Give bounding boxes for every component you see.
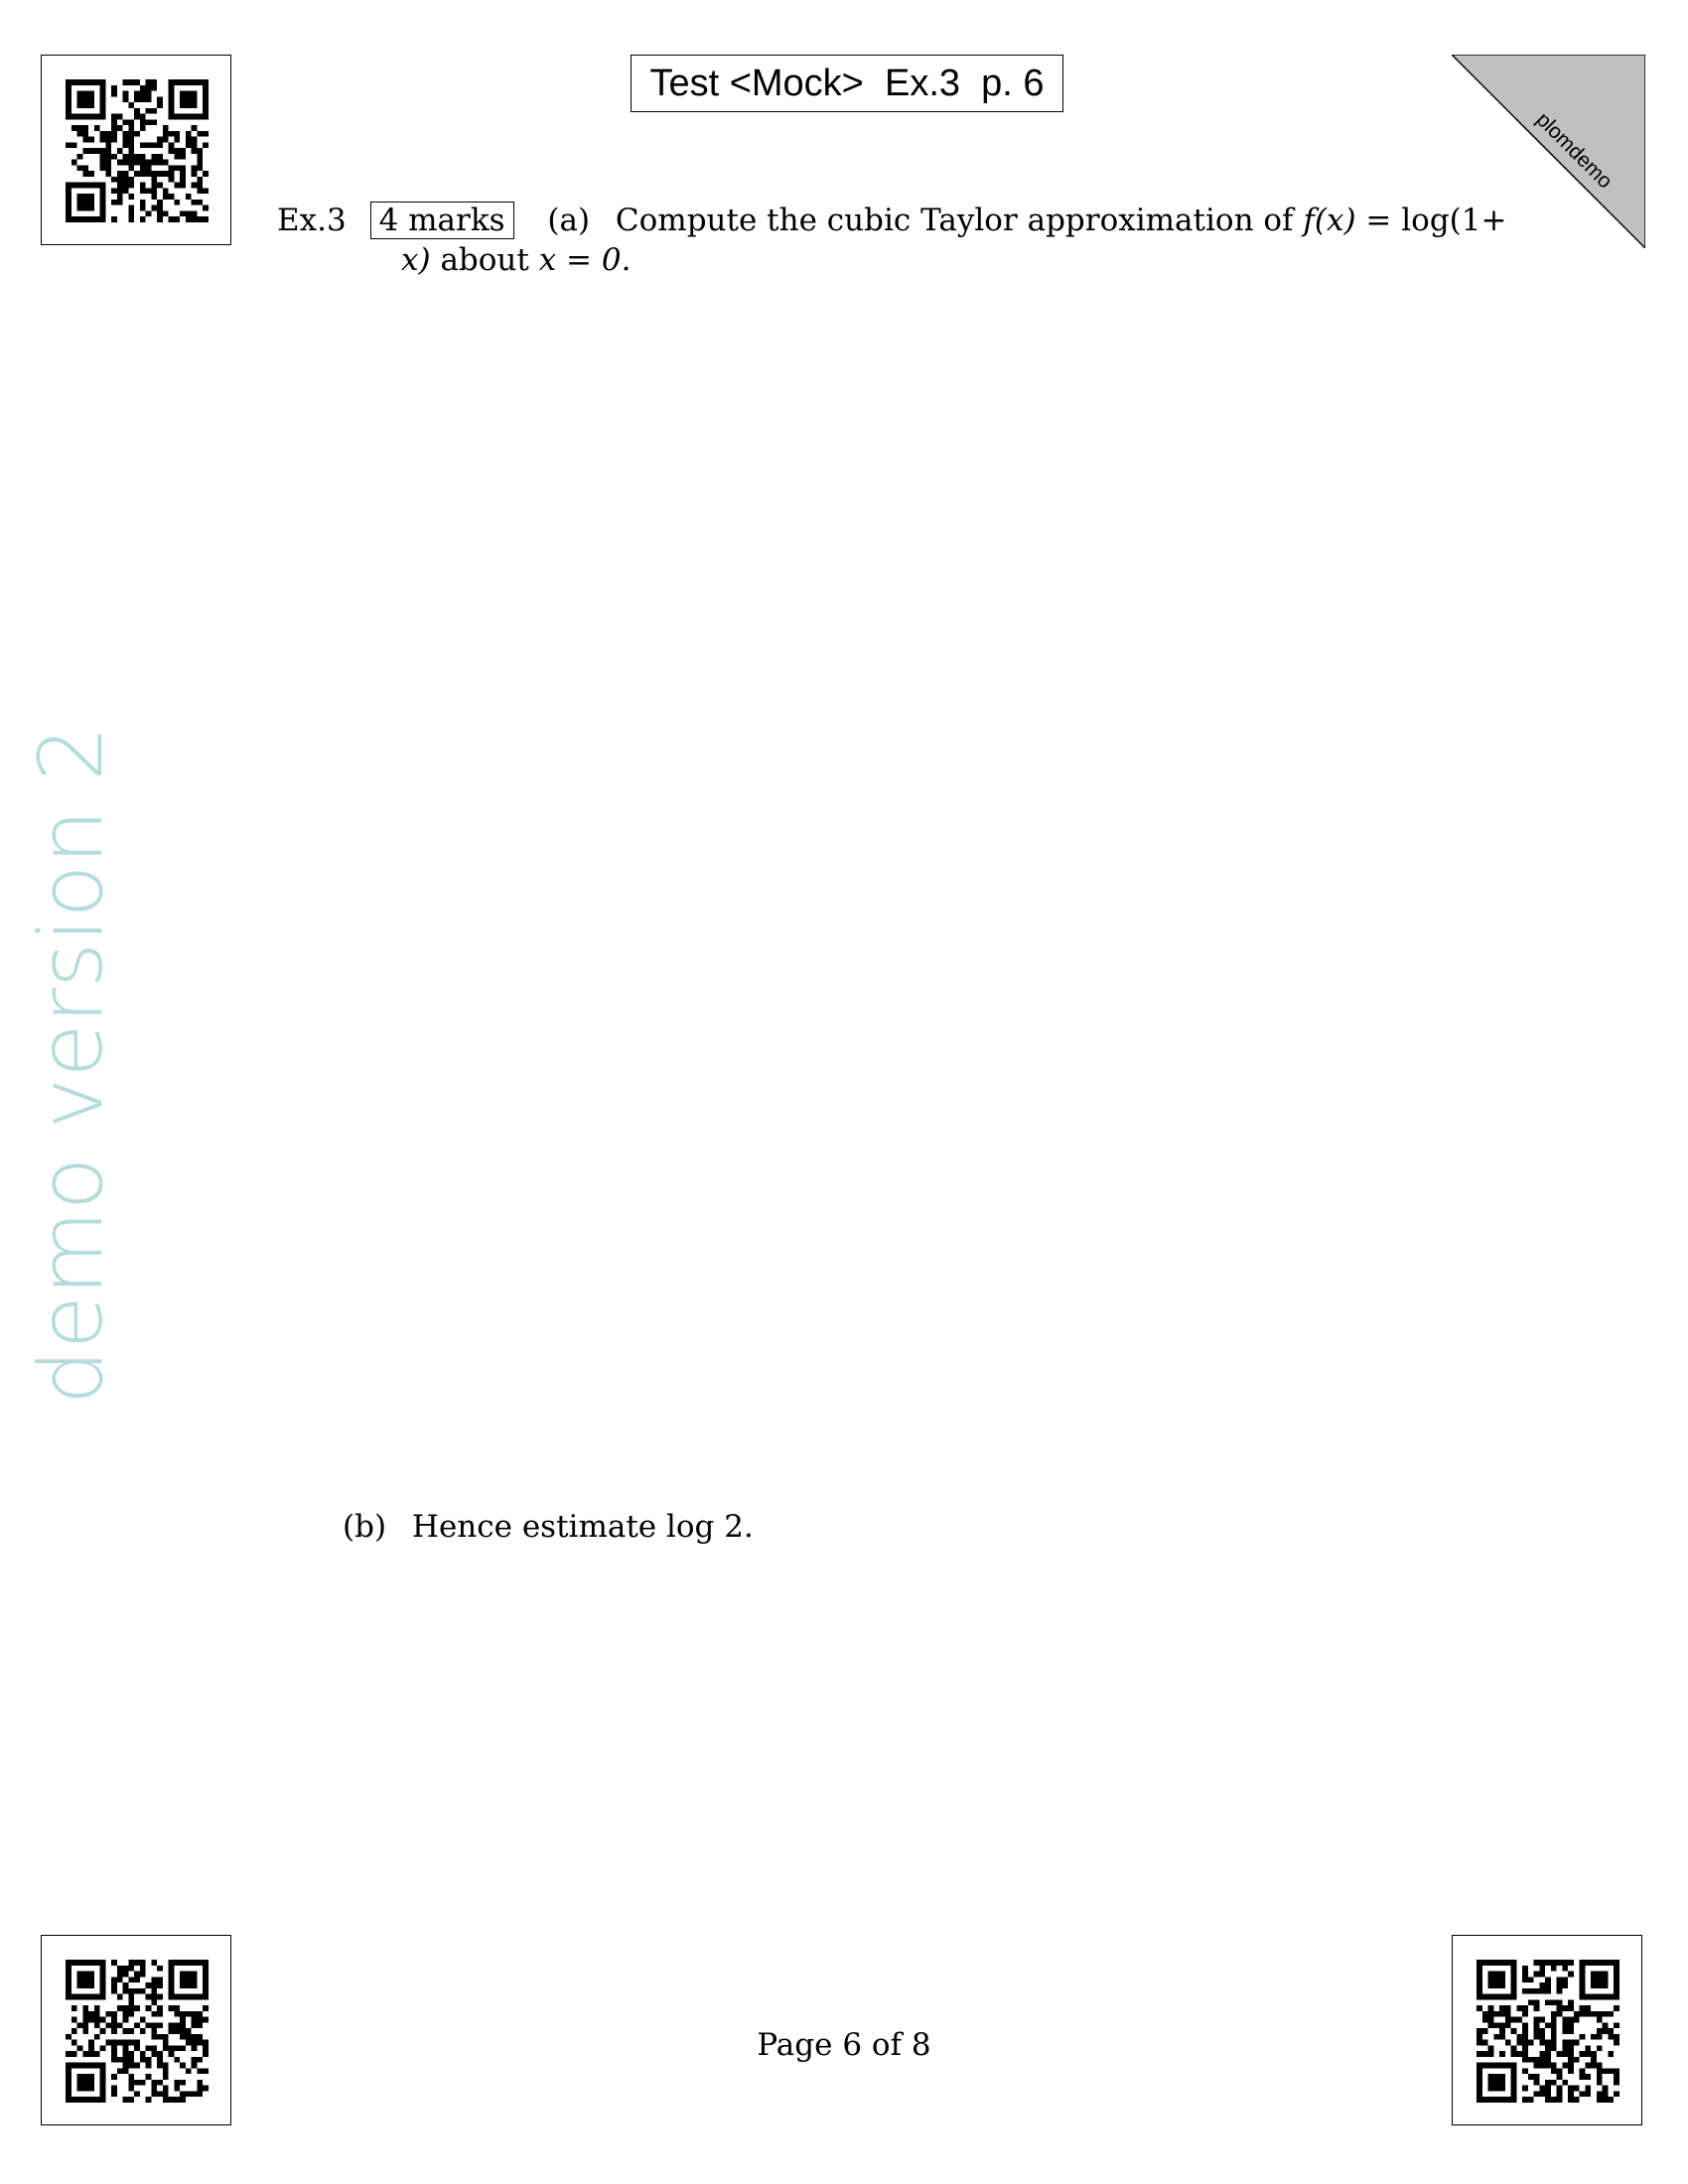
watermark: demo version 2	[20, 726, 122, 1405]
part-a-label: (a)	[547, 203, 591, 238]
part-a-fx: f(x)	[1303, 203, 1356, 238]
page-number: Page 6 of 8	[757, 2027, 931, 2063]
part-b-text: Hence estimate log 2.	[411, 1509, 754, 1545]
part-a-x-eq-0: x = 0.	[538, 242, 632, 278]
page-header-title: Test <Mock> Ex.3 p. 6	[631, 55, 1063, 112]
part-a-log: log(1+	[1401, 203, 1507, 238]
part-b-label: (b)	[343, 1509, 387, 1545]
part-a-eq: =	[1365, 203, 1392, 238]
part-a-about: about	[440, 242, 529, 278]
part-a-text: Compute the cubic Taylor approximation o…	[615, 203, 1294, 238]
part-b: (b) Hence estimate log 2.	[343, 1507, 754, 1547]
question-number: Ex.3	[277, 203, 347, 238]
qr-code-top-left	[41, 55, 231, 245]
question-line-2: x) about x = 0.	[401, 240, 631, 280]
part-a-x-close: x)	[401, 242, 431, 278]
question-line-1: Ex.3 4 marks (a) Compute the cubic Taylo…	[277, 201, 1506, 240]
marks-badge: 4 marks	[369, 202, 514, 239]
qr-code-icon	[66, 79, 209, 222]
